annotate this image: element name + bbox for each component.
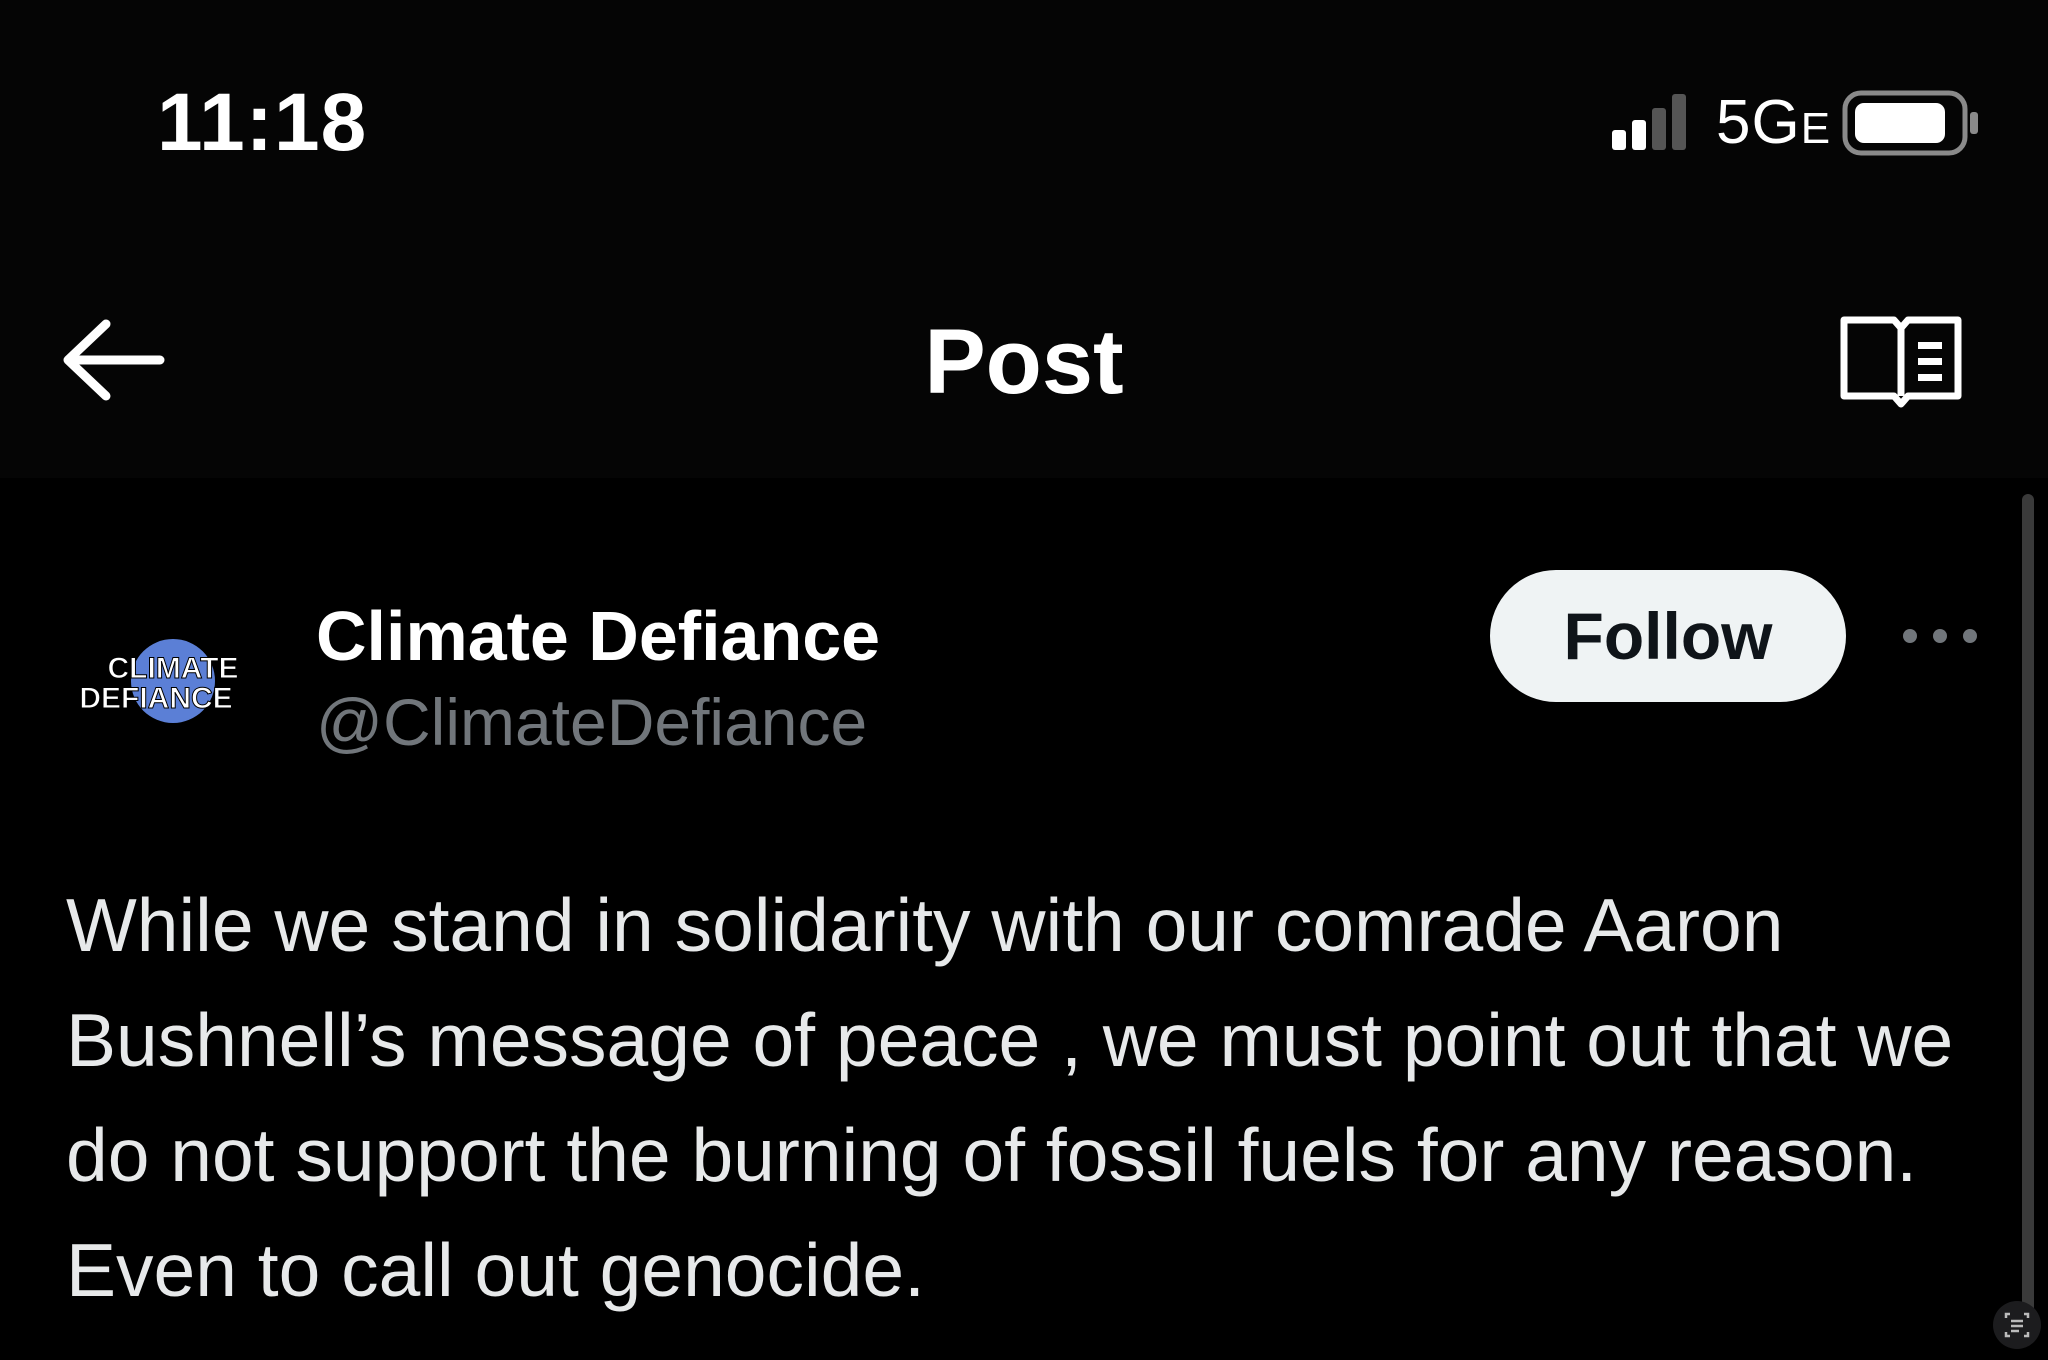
network-label: 5GE: [1716, 88, 1831, 164]
battery-icon: [1842, 90, 1978, 156]
follow-button[interactable]: Follow: [1490, 570, 1846, 702]
author-name[interactable]: Climate Defiance: [316, 596, 880, 676]
more-options-icon[interactable]: [1900, 618, 1980, 654]
page-title: Post: [924, 311, 1124, 413]
status-time: 11:18: [157, 77, 368, 168]
live-text-icon[interactable]: [1992, 1300, 2042, 1350]
signal-icon: [1612, 94, 1686, 150]
network-type: 5G: [1716, 88, 1801, 157]
status-bar: 11:18 5GE: [0, 0, 2048, 250]
avatar-text-line2: DEFIANCE: [79, 682, 232, 715]
avatar-text-line1: CLIMATE: [107, 652, 238, 685]
post-detail: CLIMATE DEFIANCE Climate Defiance @Clima…: [0, 478, 2048, 1360]
reader-view-icon[interactable]: [1838, 312, 1964, 408]
scrollbar[interactable]: [2022, 494, 2034, 1330]
network-suffix: E: [1800, 104, 1832, 153]
post-text: While we stand in solidarity with our co…: [66, 883, 1954, 1312]
avatar[interactable]: CLIMATE DEFIANCE: [68, 626, 278, 736]
nav-bar: Post: [0, 250, 2048, 478]
author-handle[interactable]: @ClimateDefiance: [316, 684, 867, 760]
